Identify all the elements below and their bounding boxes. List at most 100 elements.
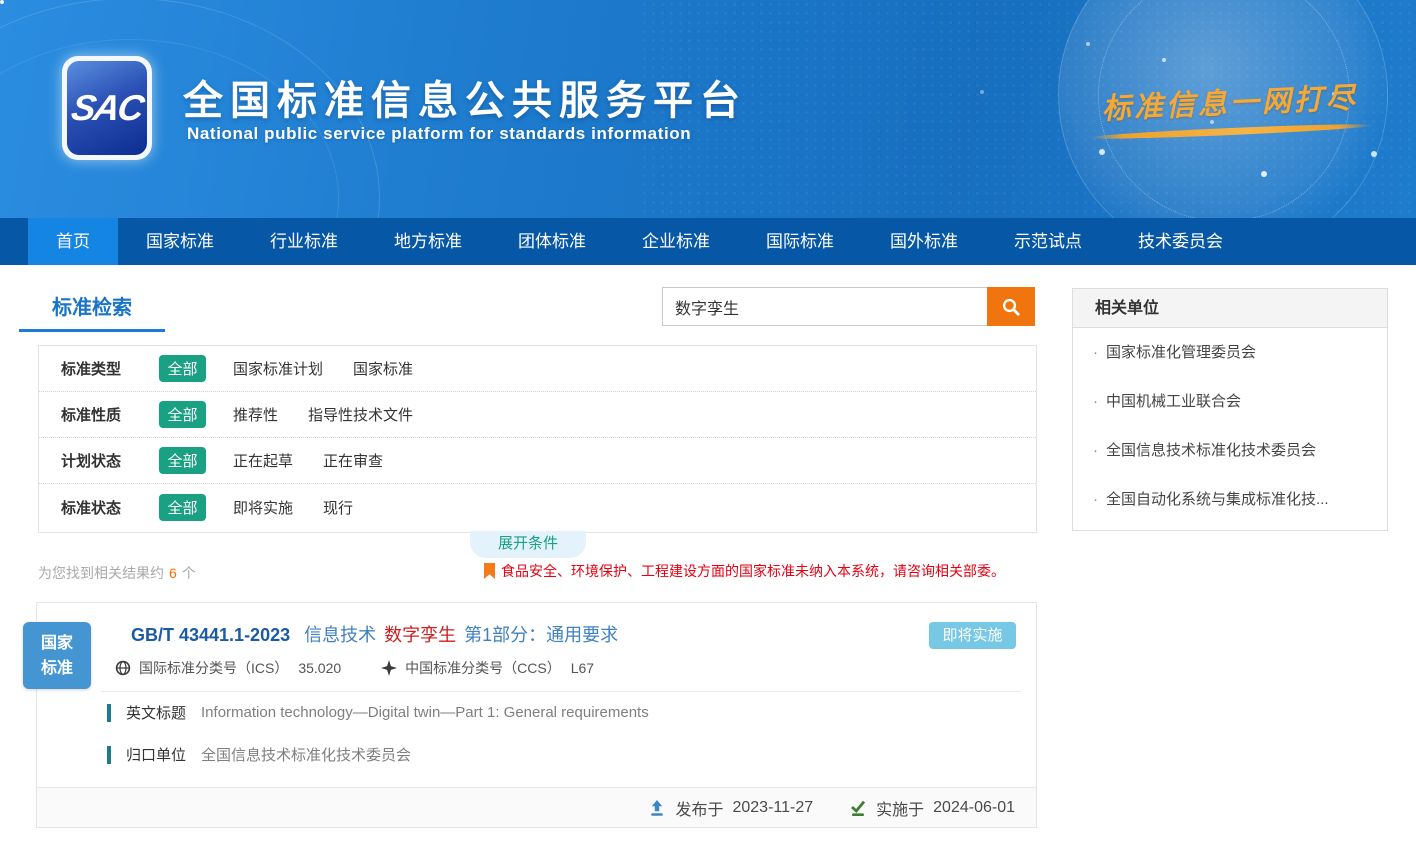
nav-item-enterprise-standards[interactable]: 企业标准 — [614, 218, 738, 265]
filter-option[interactable]: 国家标准计划 — [233, 358, 323, 379]
committee-row: 归口单位 全国信息技术标准化技术委员会 — [107, 744, 411, 765]
filter-label: 标准性质 — [61, 404, 159, 425]
committee-value: 全国信息技术标准化技术委员会 — [201, 744, 411, 765]
filter-label: 标准状态 — [61, 497, 159, 518]
published-date: 2023-11-27 — [732, 799, 813, 817]
status-badge: 即将实施 — [929, 622, 1016, 649]
standard-title-part2: 第1部分：通用要求 — [464, 625, 618, 645]
nav-item-technical-committees[interactable]: 技术委员会 — [1110, 218, 1251, 265]
english-title-value: Information technology—Digital twin—Part… — [201, 704, 649, 721]
implemented-date-group: 实施于 2024-06-01 — [849, 796, 1015, 820]
nav-item-industry-standards[interactable]: 行业标准 — [242, 218, 366, 265]
expand-conditions-button[interactable]: 展开条件 — [470, 531, 586, 558]
site-subtitle: National public service platform for sta… — [187, 124, 691, 144]
site-title: 全国标准信息公共服务平台 — [183, 68, 747, 126]
nav-item-national-standards[interactable]: 国家标准 — [118, 218, 242, 265]
sidebar-item-it-standardization-committee[interactable]: · 全国信息技术标准化技术委员会 — [1073, 426, 1387, 475]
nav-item-local-standards[interactable]: 地方标准 — [366, 218, 490, 265]
system-notice: 食品安全、环境保护、工程建设方面的国家标准未纳入本系统，请咨询相关部委。 — [484, 561, 1005, 581]
sidebar-item-machinery-federation[interactable]: · 中国机械工业联合会 — [1073, 377, 1387, 426]
committee-label: 归口单位 — [126, 744, 186, 765]
sparkle-dots-decoration — [0, 0, 4, 4]
sidebar-item-automation-systems-committee[interactable]: · 全国自动化系统与集成标准化技... — [1073, 475, 1387, 524]
filter-option[interactable]: 正在起草 — [233, 450, 293, 471]
standard-result-card: 国家 标准 GB/T 43441.1-2023信息技术数字孪生第1部分：通用要求… — [36, 602, 1037, 828]
filter-option[interactable]: 指导性技术文件 — [308, 404, 413, 425]
bullet-dot: · — [1093, 393, 1098, 410]
result-summary-prefix: 为您找到相关结果约 — [38, 565, 164, 581]
bullet-dot: · — [1093, 442, 1098, 459]
bookmark-icon — [484, 563, 495, 579]
filter-all-button[interactable]: 全部 — [159, 447, 206, 474]
result-summary: 为您找到相关结果约 6个 — [38, 563, 196, 583]
bullet-dot: · — [1093, 491, 1098, 508]
type-badge-line1: 国家 — [23, 631, 91, 656]
sidebar-item-sac[interactable]: · 国家标准化管理委员会 — [1073, 328, 1387, 377]
implemented-date: 2024-06-01 — [933, 799, 1015, 817]
bullet-dot: · — [1093, 344, 1098, 361]
standard-title-link[interactable]: GB/T 43441.1-2023 信息技术数字孪生第1部分：通用要求 — [131, 621, 618, 647]
sidebar-item-label: 全国信息技术标准化技术委员会 — [1106, 442, 1316, 459]
nav-item-home[interactable]: 首页 — [28, 218, 118, 265]
card-divider — [101, 691, 1021, 692]
filter-row-standard-status: 标准状态 全部 即将实施 现行 — [39, 484, 1036, 530]
page: SAC 全国标准信息公共服务平台 National public service… — [0, 0, 1416, 845]
related-units-title: 相关单位 — [1073, 289, 1387, 328]
filter-option[interactable]: 正在审查 — [323, 450, 383, 471]
published-label: 发布于 — [675, 796, 723, 820]
ccs-value: L67 — [571, 660, 594, 676]
sidebar-item-label: 全国自动化系统与集成标准化技... — [1106, 491, 1329, 508]
nav-item-international-standards[interactable]: 国际标准 — [738, 218, 862, 265]
nav-item-pilot-programs[interactable]: 示范试点 — [986, 218, 1110, 265]
detail-bar-decoration — [107, 704, 111, 722]
filter-label: 计划状态 — [61, 450, 159, 471]
sidebar-item-label: 中国机械工业联合会 — [1106, 393, 1241, 410]
filter-option[interactable]: 即将实施 — [233, 497, 293, 518]
notice-text: 食品安全、环境保护、工程建设方面的国家标准未纳入本系统，请咨询相关部委。 — [501, 561, 1005, 581]
detail-bar-decoration — [107, 746, 111, 764]
type-badge-line2: 标准 — [23, 656, 91, 681]
ccs-label: 中国标准分类号（CCS） — [405, 658, 561, 678]
result-count: 6 — [169, 565, 177, 581]
filter-option[interactable]: 国家标准 — [353, 358, 413, 379]
filter-row-standard-type: 标准类型 全部 国家标准计划 国家标准 — [39, 346, 1036, 392]
implemented-label: 实施于 — [876, 796, 924, 820]
standard-code: GB/T 43441.1-2023 — [131, 625, 290, 645]
filter-all-button[interactable]: 全部 — [159, 494, 206, 521]
search-icon — [1001, 297, 1021, 317]
search-input[interactable] — [662, 287, 987, 326]
sidebar-item-label: 国家标准化管理委员会 — [1106, 344, 1256, 361]
nav-item-foreign-standards[interactable]: 国外标准 — [862, 218, 986, 265]
sac-logo[interactable]: SAC — [62, 56, 152, 160]
main-nav: 首页 国家标准 行业标准 地方标准 团体标准 企业标准 国际标准 国外标准 示范… — [0, 218, 1416, 265]
filter-option[interactable]: 现行 — [323, 497, 353, 518]
publish-upload-icon — [648, 799, 666, 817]
filter-panel: 标准类型 全部 国家标准计划 国家标准 标准性质 全部 推荐性 指导性技术文件 … — [38, 345, 1037, 533]
nav-item-group-standards[interactable]: 团体标准 — [490, 218, 614, 265]
classification-meta-row: 国际标准分类号（ICS） 35.020 中国标准分类号（CCS） L67 — [115, 658, 594, 678]
search-box — [662, 287, 1035, 326]
filter-all-button[interactable]: 全部 — [159, 401, 206, 428]
compass-icon — [381, 660, 397, 676]
standard-type-badge: 国家 标准 — [23, 622, 91, 689]
tab-standard-search[interactable]: 标准检索 — [19, 291, 165, 332]
published-date-group: 发布于 2023-11-27 — [648, 796, 813, 820]
related-units-panel: 相关单位 · 国家标准化管理委员会 · 中国机械工业联合会 · 全国信息技术标准化技术… — [1072, 288, 1388, 531]
globe-icon — [115, 660, 131, 676]
result-summary-suffix: 个 — [182, 565, 196, 581]
site-header: SAC 全国标准信息公共服务平台 National public service… — [0, 0, 1416, 218]
search-button[interactable] — [987, 287, 1035, 326]
filter-option[interactable]: 推荐性 — [233, 404, 278, 425]
standard-title-part1: 信息技术 — [304, 625, 376, 645]
filter-row-standard-nature: 标准性质 全部 推荐性 指导性技术文件 — [39, 392, 1036, 438]
english-title-row: 英文标题 Information technology—Digital twin… — [107, 702, 649, 723]
filter-row-plan-status: 计划状态 全部 正在起草 正在审查 — [39, 438, 1036, 484]
card-footer: 发布于 2023-11-27 实施于 2024-06-01 — [37, 787, 1036, 827]
implement-check-icon — [849, 799, 867, 817]
filter-all-button[interactable]: 全部 — [159, 355, 206, 382]
standard-title-highlight: 数字孪生 — [384, 625, 456, 645]
ics-value: 35.020 — [298, 660, 341, 676]
ics-label: 国际标准分类号（ICS） — [139, 658, 288, 678]
sac-logo-tile: SAC — [67, 61, 147, 155]
sac-logo-text: SAC — [68, 87, 145, 129]
